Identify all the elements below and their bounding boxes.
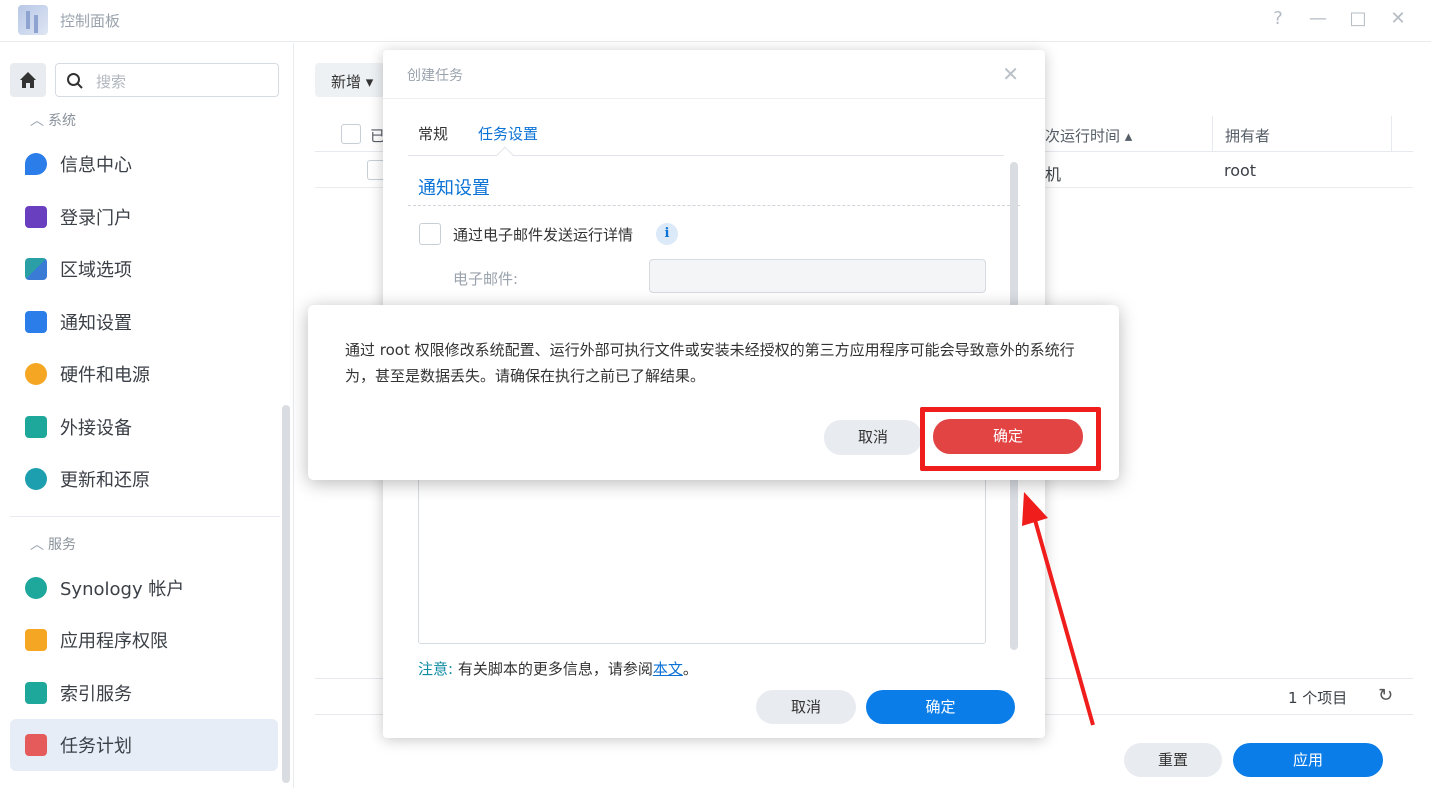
email-details-checkbox[interactable] (419, 223, 441, 245)
dialog-ok-button[interactable]: 确定 (866, 690, 1015, 724)
close-icon[interactable]: ✕ (1386, 8, 1410, 29)
chevron-up-icon: ︿ (30, 113, 44, 129)
update-icon (25, 468, 47, 490)
refresh-icon[interactable]: ↻ (1378, 685, 1393, 706)
items-count: 1 个项目 (1288, 689, 1348, 707)
home-button[interactable] (10, 63, 46, 97)
script-note: 注意: 有关脚本的更多信息，请参阅本文。 (418, 658, 698, 679)
highlight-box (920, 407, 1101, 471)
sidebar-item-update-restore[interactable]: 更新和还原 (10, 453, 278, 505)
search-placeholder: 搜索 (96, 73, 127, 91)
bulb-icon (25, 363, 47, 385)
warning-cancel-button[interactable]: 取消 (824, 420, 922, 455)
section-services[interactable]: ︿ 服务 (30, 534, 76, 554)
sidebar-item-login-portal[interactable]: 登录门户 (10, 191, 278, 243)
sidebar-item-notification[interactable]: 通知设置 (10, 296, 278, 348)
sidebar-scrollbar[interactable] (282, 405, 290, 783)
control-panel-app-icon (18, 5, 48, 35)
apply-button[interactable]: 应用 (1233, 743, 1383, 777)
sidebar-item-app-privileges[interactable]: 应用程序权限 (10, 614, 278, 666)
cell-owner: root (1224, 161, 1257, 180)
header-next-run[interactable]: 次运行时间 ▴ (1045, 125, 1132, 146)
section-system[interactable]: ︿ 系统 (30, 110, 76, 130)
sidebar-item-indexing-service[interactable]: 索引服务 (10, 667, 278, 719)
window-title: 控制面板 (60, 12, 121, 30)
search-input[interactable]: 搜索 (55, 63, 279, 97)
note-text: 有关脚本的更多信息，请参阅 (457, 660, 653, 678)
header-owner[interactable]: 拥有者 (1225, 125, 1270, 146)
title-bar (0, 0, 1431, 42)
reset-button[interactable]: 重置 (1124, 743, 1222, 777)
dialog-cancel-button[interactable]: 取消 (756, 690, 856, 724)
home-icon (20, 72, 36, 88)
email-field[interactable] (649, 259, 986, 293)
help-icon[interactable]: ? (1266, 8, 1290, 29)
sidebar-item-task-scheduler[interactable]: 任务计划 (10, 719, 278, 771)
info-icon (25, 153, 47, 175)
maximize-icon[interactable]: □ (1346, 8, 1370, 29)
email-field-label: 电子邮件: (453, 270, 519, 288)
region-icon (25, 258, 47, 280)
close-icon[interactable]: ✕ (1002, 62, 1019, 86)
sidebar-item-regional-options[interactable]: 区域选项 (10, 243, 278, 295)
sidebar-item-hardware-power[interactable]: 硬件和电源 (10, 348, 278, 400)
column-divider (1212, 116, 1213, 152)
minimize-icon[interactable]: — (1306, 8, 1330, 29)
tab-pointer (496, 146, 514, 164)
notification-icon (25, 311, 47, 333)
calendar-icon (25, 734, 47, 756)
search-icon (67, 73, 83, 89)
sidebar-item-info-center[interactable]: 信息中心 (10, 138, 278, 190)
external-device-icon (25, 416, 47, 438)
sidebar-item-synology-account[interactable]: Synology 帐户 (10, 562, 278, 614)
dialog-title-divider (383, 98, 1045, 99)
select-all-checkbox[interactable] (341, 124, 361, 144)
warning-message: 通过 root 权限修改系统配置、运行外部可执行文件或安装未经授权的第三方应用程… (345, 341, 1075, 385)
note-prefix: 注意: (418, 660, 454, 678)
script-textarea[interactable] (418, 463, 986, 644)
index-icon (25, 682, 47, 704)
email-details-label: 通过电子邮件发送运行详情 (453, 226, 634, 244)
arrow-annotation (1022, 492, 1095, 726)
section-title: 通知设置 (418, 178, 490, 199)
sidebar-item-external-devices[interactable]: 外接设备 (10, 401, 278, 453)
note-link[interactable]: 本文 (653, 660, 683, 678)
sidebar-divider (10, 516, 280, 517)
section-divider (408, 205, 1020, 206)
cell-next-run: 机 (1045, 165, 1062, 184)
lock-icon (25, 629, 47, 651)
note-suffix: 。 (682, 660, 698, 678)
portal-icon (25, 206, 47, 228)
info-icon[interactable]: i (656, 223, 678, 245)
account-icon (25, 577, 47, 599)
column-divider (1391, 116, 1392, 152)
new-button[interactable]: 新增 ▾ (315, 63, 385, 97)
tab-task-settings[interactable]: 任务设置 (478, 123, 538, 144)
tab-general[interactable]: 常规 (418, 123, 448, 144)
chevron-up-icon: ︿ (30, 537, 44, 553)
dialog-title: 创建任务 (407, 68, 463, 84)
